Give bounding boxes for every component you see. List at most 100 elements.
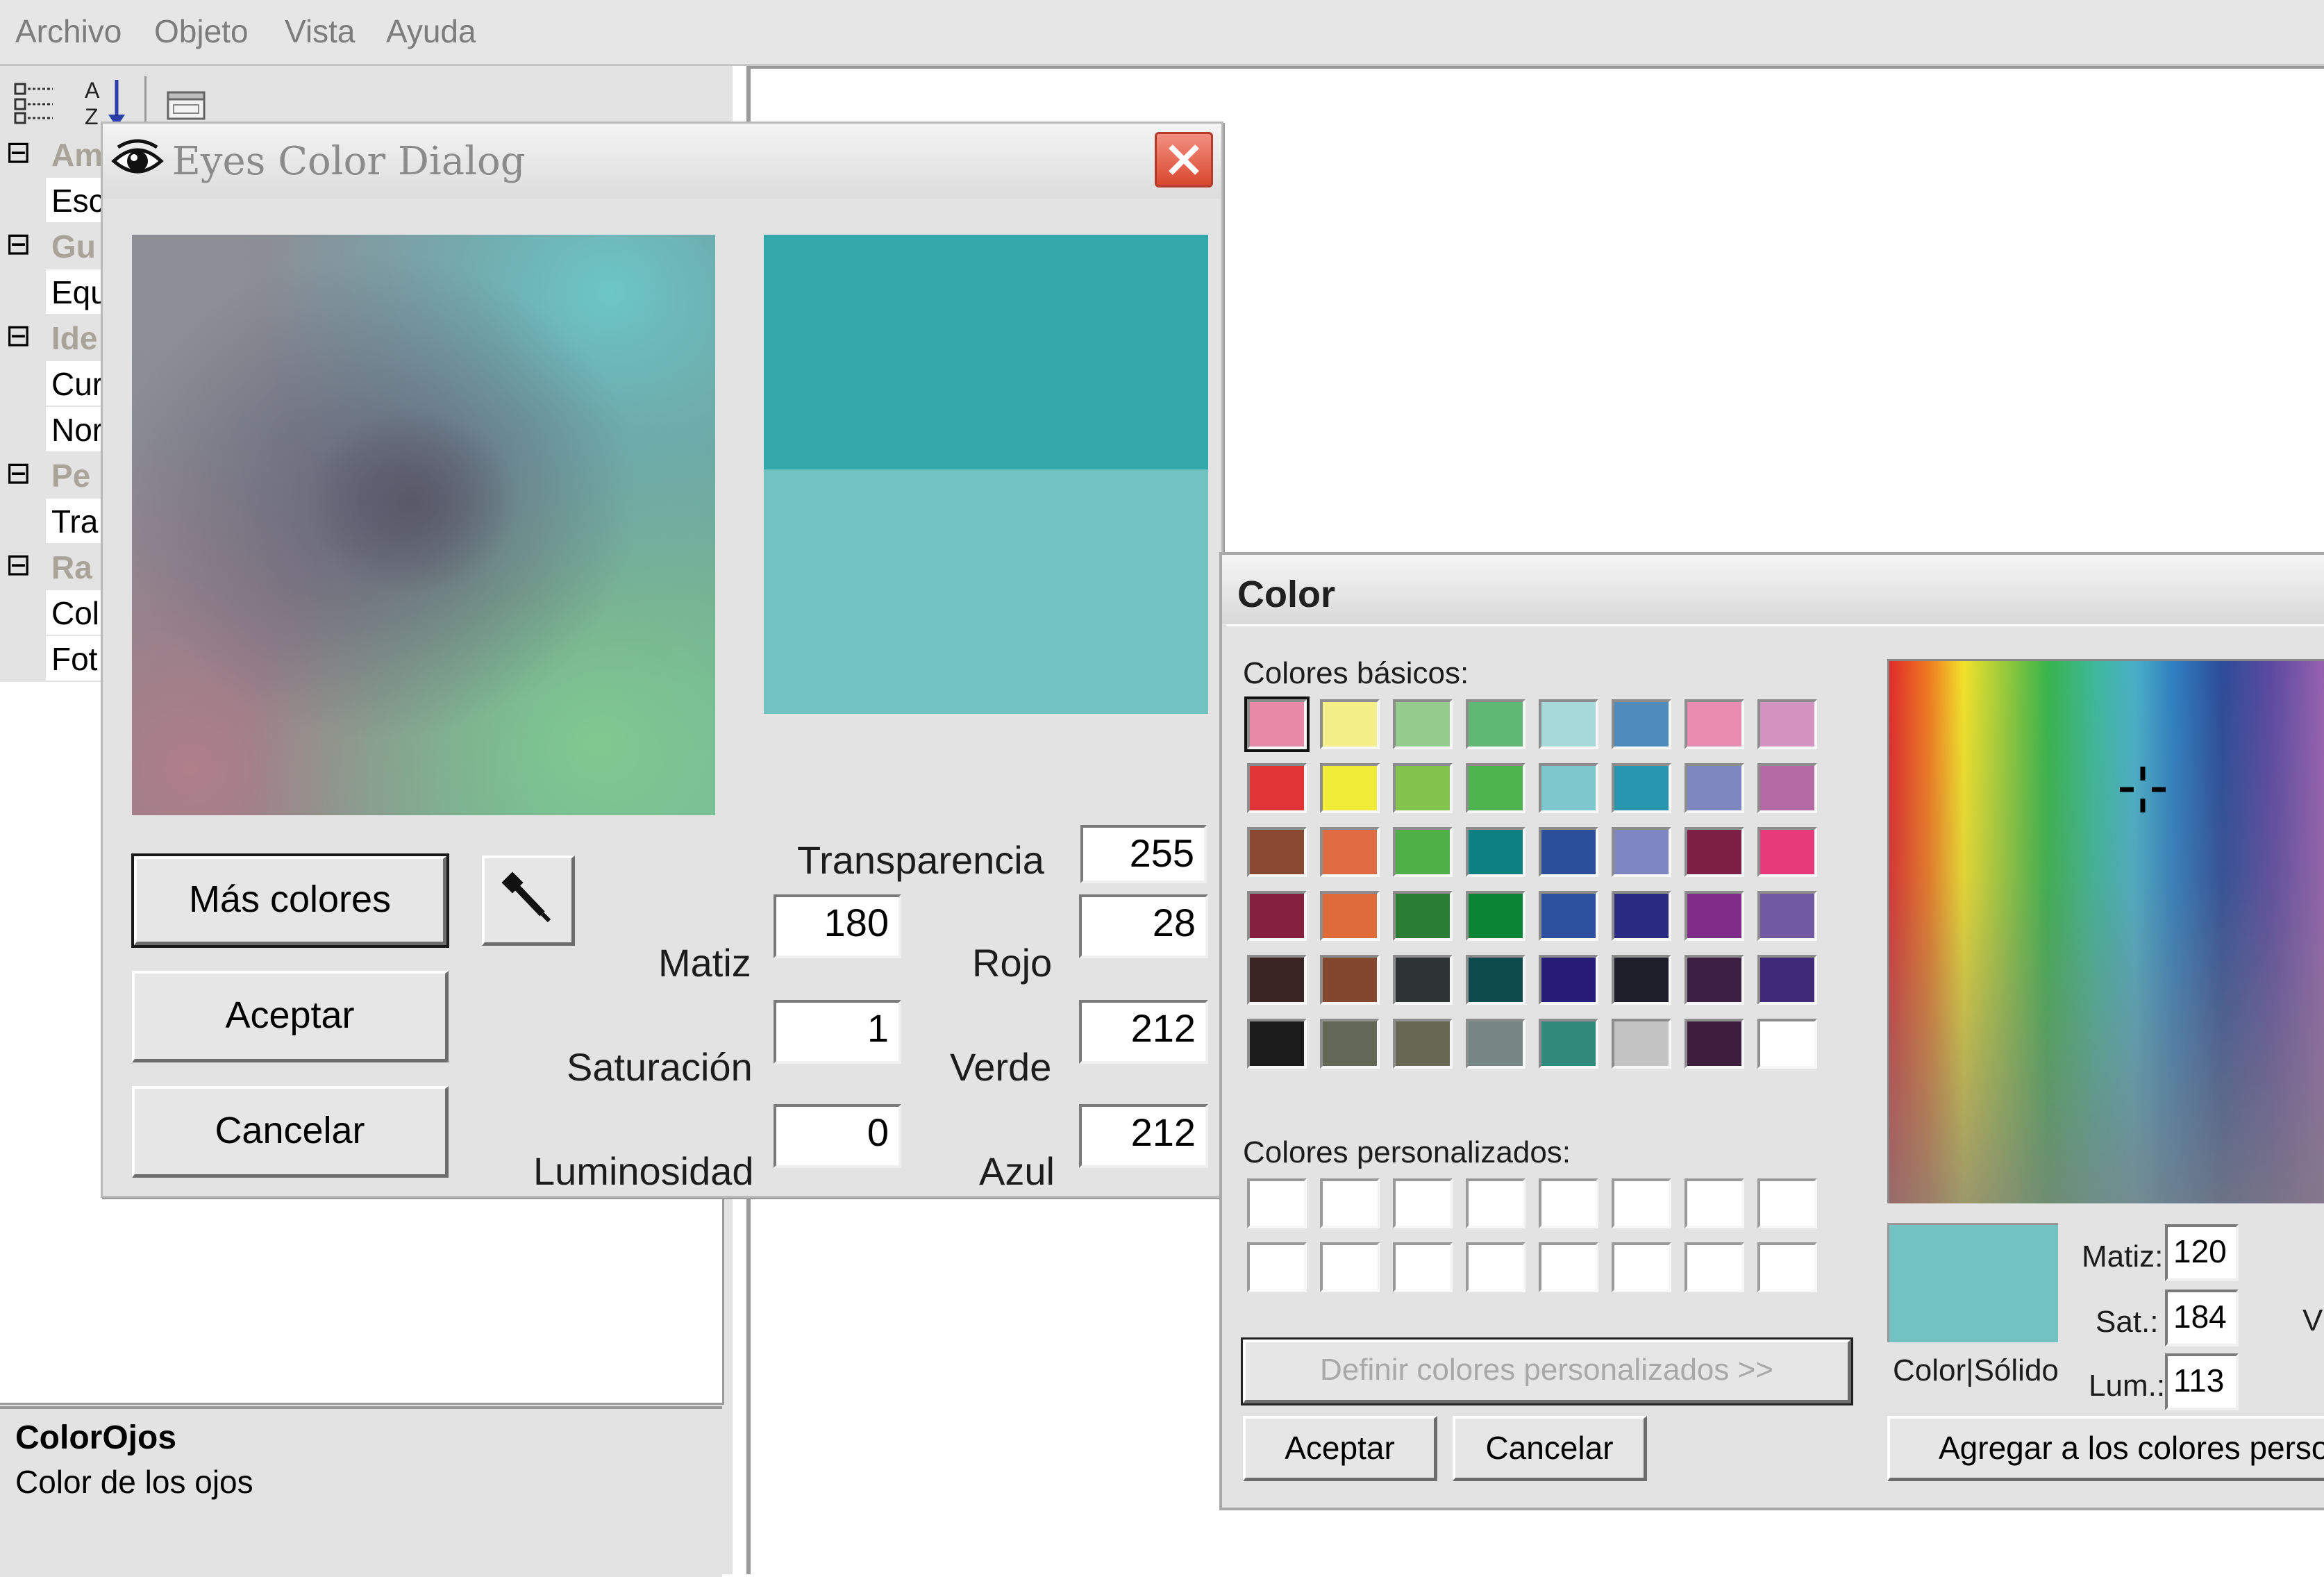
transparency-input[interactable]: 255 xyxy=(1080,825,1207,883)
basic-color-swatch[interactable] xyxy=(1247,827,1307,877)
tree-category-row[interactable]: ⊟ Pe xyxy=(0,453,101,499)
hue-input[interactable]: 180 xyxy=(774,894,901,958)
basic-color-swatch[interactable] xyxy=(1539,955,1598,1005)
basic-color-swatch[interactable] xyxy=(1685,891,1744,941)
custom-color-swatch[interactable] xyxy=(1612,1242,1671,1292)
basic-color-swatch[interactable] xyxy=(1539,699,1598,749)
accept-button[interactable]: Aceptar xyxy=(132,971,449,1062)
menu-vista[interactable]: Vista xyxy=(285,12,355,50)
basic-color-swatch[interactable] xyxy=(1393,891,1453,941)
collapse-icon[interactable]: ⊟ xyxy=(6,133,31,172)
tree-property-row[interactable]: Tra xyxy=(0,499,108,544)
sort-alphabetic-icon[interactable]: AZ xyxy=(82,76,131,129)
tree-property-row[interactable]: Col xyxy=(0,590,108,636)
collapse-icon[interactable]: ⊟ xyxy=(6,317,31,356)
basic-color-swatch[interactable] xyxy=(1757,891,1817,941)
basic-color-swatch[interactable] xyxy=(1612,763,1671,813)
basic-color-swatch[interactable] xyxy=(1685,763,1744,813)
custom-color-swatch[interactable] xyxy=(1757,1178,1817,1228)
basic-color-swatch[interactable] xyxy=(1612,955,1671,1005)
basic-color-swatch[interactable] xyxy=(1247,955,1307,1005)
add-to-custom-colors-button[interactable]: Agregar a los colores perso xyxy=(1887,1416,2324,1481)
custom-color-swatch[interactable] xyxy=(1393,1242,1453,1292)
basic-color-swatch[interactable] xyxy=(1685,699,1744,749)
basic-color-swatch[interactable] xyxy=(1466,1019,1525,1069)
menu-archivo[interactable]: Archivo xyxy=(15,12,122,50)
basic-color-swatch[interactable] xyxy=(1320,955,1380,1005)
basic-color-swatch[interactable] xyxy=(1320,763,1380,813)
collapse-icon[interactable]: ⊟ xyxy=(6,546,31,585)
categorized-view-icon[interactable] xyxy=(12,80,57,126)
green-input[interactable]: 212 xyxy=(1079,1000,1208,1064)
blue-input[interactable]: 212 xyxy=(1079,1104,1208,1168)
basic-color-swatch[interactable] xyxy=(1320,1019,1380,1069)
tree-category-row[interactable]: ⊟ Ide xyxy=(0,315,101,361)
basic-color-swatch[interactable] xyxy=(1612,699,1671,749)
tree-property-row[interactable]: Equ xyxy=(0,269,108,315)
basic-color-swatch[interactable] xyxy=(1757,763,1817,813)
basic-color-swatch[interactable] xyxy=(1247,891,1307,941)
basic-color-swatch[interactable] xyxy=(1466,827,1525,877)
custom-color-swatch[interactable] xyxy=(1247,1242,1307,1292)
basic-color-swatch[interactable] xyxy=(1393,763,1453,813)
tree-property-row[interactable]: Nor xyxy=(0,407,108,453)
basic-color-swatch[interactable] xyxy=(1393,699,1453,749)
more-colors-button[interactable]: Más colores xyxy=(131,853,449,948)
spectrum-lum-input[interactable]: 113 xyxy=(2165,1353,2239,1410)
basic-color-swatch[interactable] xyxy=(1757,1019,1817,1069)
basic-color-swatch[interactable] xyxy=(1757,699,1817,749)
custom-color-swatch[interactable] xyxy=(1685,1178,1744,1228)
custom-color-swatch[interactable] xyxy=(1757,1242,1817,1292)
basic-color-swatch[interactable] xyxy=(1393,827,1453,877)
basic-color-swatch[interactable] xyxy=(1466,763,1525,813)
basic-color-swatch[interactable] xyxy=(1244,696,1310,752)
color-cancel-button[interactable]: Cancelar xyxy=(1453,1416,1647,1481)
basic-color-swatch[interactable] xyxy=(1612,827,1671,877)
tree-category-row[interactable]: ⊟ Ra xyxy=(0,544,101,590)
basic-color-swatch[interactable] xyxy=(1612,891,1671,941)
custom-color-swatch[interactable] xyxy=(1539,1178,1598,1228)
custom-color-swatch[interactable] xyxy=(1466,1242,1525,1292)
basic-color-swatch[interactable] xyxy=(1539,1019,1598,1069)
custom-color-swatch[interactable] xyxy=(1320,1242,1380,1292)
saturation-input[interactable]: 1 xyxy=(774,1000,901,1064)
custom-color-swatch[interactable] xyxy=(1466,1178,1525,1228)
menu-ayuda[interactable]: Ayuda xyxy=(386,12,476,50)
basic-color-swatch[interactable] xyxy=(1320,891,1380,941)
basic-color-swatch[interactable] xyxy=(1320,827,1380,877)
custom-color-swatch[interactable] xyxy=(1612,1178,1671,1228)
tree-property-row[interactable]: Fot xyxy=(0,636,108,682)
define-custom-colors-button[interactable]: Definir colores personalizados >> xyxy=(1241,1337,1853,1405)
basic-color-swatch[interactable] xyxy=(1393,955,1453,1005)
custom-color-swatch[interactable] xyxy=(1320,1178,1380,1228)
color-spectrum[interactable] xyxy=(1887,659,2324,1203)
red-input[interactable]: 28 xyxy=(1079,894,1208,958)
basic-color-swatch[interactable] xyxy=(1393,1019,1453,1069)
basic-color-swatch[interactable] xyxy=(1466,891,1525,941)
tree-category-row[interactable]: ⊟ Am xyxy=(0,132,103,178)
custom-color-swatch[interactable] xyxy=(1539,1242,1598,1292)
tree-property-row[interactable]: Cur xyxy=(0,361,108,407)
collapse-icon[interactable]: ⊟ xyxy=(6,225,31,264)
basic-color-swatch[interactable] xyxy=(1685,1019,1744,1069)
eyedropper-button[interactable] xyxy=(482,856,575,946)
basic-color-swatch[interactable] xyxy=(1612,1019,1671,1069)
basic-color-swatch[interactable] xyxy=(1466,699,1525,749)
custom-color-swatch[interactable] xyxy=(1393,1178,1453,1228)
luminosity-input[interactable]: 0 xyxy=(774,1104,901,1168)
basic-color-swatch[interactable] xyxy=(1539,827,1598,877)
property-pages-icon[interactable] xyxy=(164,84,208,126)
color-accept-button[interactable]: Aceptar xyxy=(1243,1416,1437,1481)
close-button[interactable] xyxy=(1155,132,1213,187)
menu-objeto[interactable]: Objeto xyxy=(154,12,249,50)
spectrum-hue-input[interactable]: 120 xyxy=(2165,1224,2239,1281)
basic-color-swatch[interactable] xyxy=(1685,827,1744,877)
custom-color-swatch[interactable] xyxy=(1247,1178,1307,1228)
tree-property-row[interactable]: Esc xyxy=(0,178,108,224)
basic-color-swatch[interactable] xyxy=(1320,699,1380,749)
spectrum-sat-input[interactable]: 184 xyxy=(2165,1290,2239,1346)
basic-color-swatch[interactable] xyxy=(1539,891,1598,941)
color-space-preview[interactable] xyxy=(132,235,715,815)
tree-category-row[interactable]: ⊟ Gu xyxy=(0,224,101,269)
cancel-button[interactable]: Cancelar xyxy=(132,1086,449,1178)
